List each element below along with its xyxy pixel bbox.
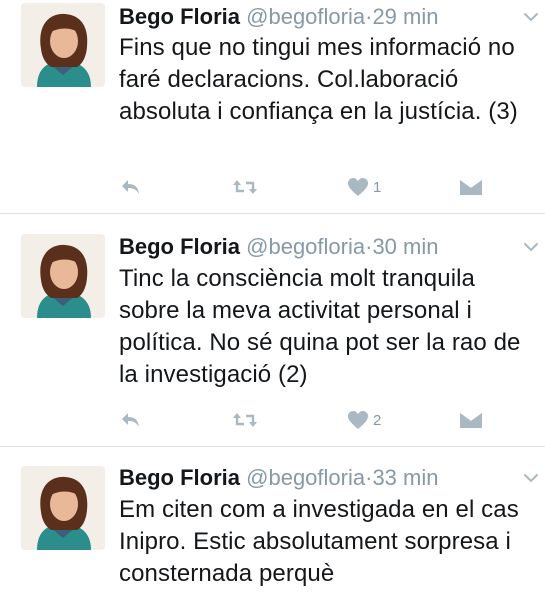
author-name[interactable]: Bego Floria: [119, 465, 240, 490]
tweet-header: Bego Floria @begofloria·33 min: [119, 465, 438, 491]
heart-icon: [348, 178, 368, 196]
chevron-down-icon[interactable]: [523, 11, 539, 23]
tweet-actions: 2: [119, 408, 519, 432]
retweet-button[interactable]: [231, 175, 259, 199]
like-count: 1: [373, 178, 382, 196]
author-handle[interactable]: @begofloria: [246, 234, 365, 259]
tweet[interactable]: Bego Floria @begofloria·33 min Em citen …: [0, 447, 545, 600]
retweet-button[interactable]: [231, 408, 259, 432]
tweet-header: Bego Floria @begofloria·29 min: [119, 4, 438, 30]
tweet-text: Tinc la consciència molt tranquila sobre…: [119, 265, 521, 388]
author-handle[interactable]: @begofloria: [246, 465, 365, 490]
author-name[interactable]: Bego Floria: [119, 4, 240, 29]
direct-message-button[interactable]: [459, 408, 483, 432]
tweet-text: Fins que no tingui mes informació no far…: [119, 34, 518, 125]
avatar[interactable]: [21, 234, 105, 318]
avatar[interactable]: [21, 3, 105, 87]
reply-icon: [122, 180, 139, 194]
author-handle[interactable]: @begofloria: [246, 4, 365, 29]
author-name[interactable]: Bego Floria: [119, 234, 240, 259]
tweet[interactable]: Bego Floria @begofloria·30 min Tinc la c…: [0, 214, 545, 446]
heart-icon: [348, 411, 368, 429]
like-button[interactable]: 2: [347, 408, 381, 432]
timestamp[interactable]: 30 min: [372, 234, 438, 259]
tweet[interactable]: Bego Floria @begofloria·29 min Fins que …: [0, 0, 545, 213]
like-button[interactable]: 1: [347, 175, 381, 199]
retweet-icon: [233, 180, 257, 194]
direct-message-icon: [459, 411, 483, 428]
tweet-header: Bego Floria @begofloria·30 min: [119, 234, 438, 260]
reply-button[interactable]: [119, 408, 141, 432]
reply-icon: [122, 413, 139, 427]
avatar[interactable]: [21, 466, 105, 550]
tweet-actions: 1: [119, 175, 519, 199]
tweet-text: Em citen com a investigada en el cas Ini…: [119, 496, 519, 587]
timestamp[interactable]: 29 min: [372, 4, 438, 29]
chevron-down-icon[interactable]: [523, 241, 539, 253]
direct-message-icon: [459, 178, 483, 195]
like-count: 2: [373, 411, 382, 429]
direct-message-button[interactable]: [459, 175, 483, 199]
retweet-icon: [233, 413, 257, 427]
chevron-down-icon[interactable]: [523, 472, 539, 484]
reply-button[interactable]: [119, 175, 141, 199]
timestamp[interactable]: 33 min: [372, 465, 438, 490]
